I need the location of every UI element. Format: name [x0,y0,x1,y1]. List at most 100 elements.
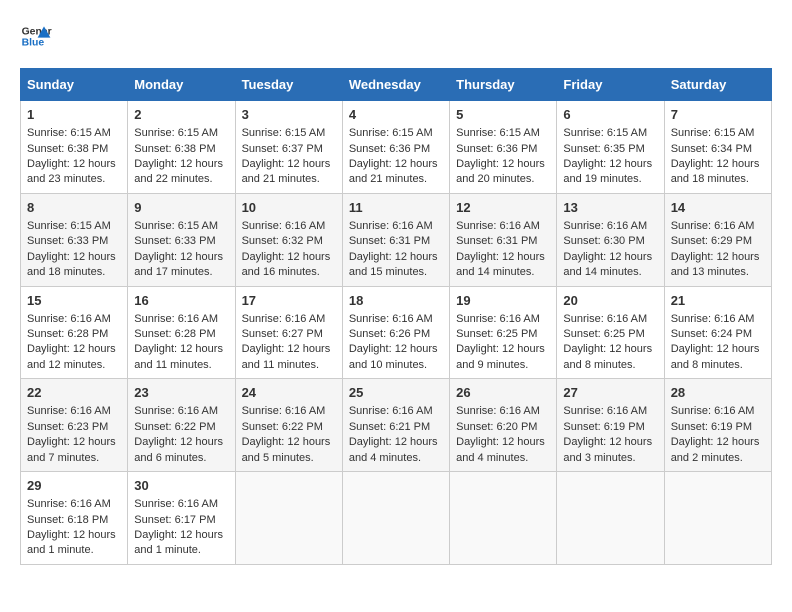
day-number: 28 [671,384,765,402]
day-number: 19 [456,292,550,310]
day-info: Sunrise: 6:15 AMSunset: 6:35 PMDaylight:… [563,127,652,185]
header: General Blue [20,20,772,52]
day-info: Sunrise: 6:15 AMSunset: 6:33 PMDaylight:… [27,220,116,278]
day-info: Sunrise: 6:16 AMSunset: 6:25 PMDaylight:… [563,313,652,371]
calendar-cell: 10 Sunrise: 6:16 AMSunset: 6:32 PMDayligh… [235,193,342,286]
calendar-cell: 15 Sunrise: 6:16 AMSunset: 6:28 PMDayligh… [21,286,128,379]
day-number: 10 [242,199,336,217]
calendar-cell: 5 Sunrise: 6:15 AMSunset: 6:36 PMDaylight… [450,101,557,194]
logo: General Blue [20,20,56,52]
day-number: 14 [671,199,765,217]
calendar-cell: 20 Sunrise: 6:16 AMSunset: 6:25 PMDayligh… [557,286,664,379]
day-number: 12 [456,199,550,217]
day-number: 26 [456,384,550,402]
day-info: Sunrise: 6:16 AMSunset: 6:21 PMDaylight:… [349,405,438,463]
day-info: Sunrise: 6:16 AMSunset: 6:25 PMDaylight:… [456,313,545,371]
day-info: Sunrise: 6:16 AMSunset: 6:31 PMDaylight:… [456,220,545,278]
calendar-row-5: 29 Sunrise: 6:16 AMSunset: 6:18 PMDayligh… [21,472,772,565]
calendar-cell: 11 Sunrise: 6:16 AMSunset: 6:31 PMDayligh… [342,193,449,286]
col-header-thursday: Thursday [450,69,557,101]
col-header-friday: Friday [557,69,664,101]
day-number: 1 [27,106,121,124]
day-number: 4 [349,106,443,124]
day-number: 9 [134,199,228,217]
calendar-row-4: 22 Sunrise: 6:16 AMSunset: 6:23 PMDayligh… [21,379,772,472]
day-number: 15 [27,292,121,310]
calendar-cell: 25 Sunrise: 6:16 AMSunset: 6:21 PMDayligh… [342,379,449,472]
day-number: 8 [27,199,121,217]
calendar-cell: 14Sunrise: 6:16 AMSunset: 6:29 PMDayligh… [664,193,771,286]
calendar-cell [342,472,449,565]
day-number: 7 [671,106,765,124]
day-number: 22 [27,384,121,402]
calendar-cell: 28 Sunrise: 6:16 AMSunset: 6:19 PMDayligh… [664,379,771,472]
calendar-cell: 7 Sunrise: 6:15 AMSunset: 6:34 PMDaylight… [664,101,771,194]
day-info: Sunrise: 6:16 AMSunset: 6:17 PMDaylight:… [134,498,223,556]
calendar-cell: 23 Sunrise: 6:16 AMSunset: 6:22 PMDayligh… [128,379,235,472]
day-info: Sunrise: 6:15 AMSunset: 6:34 PMDaylight:… [671,127,760,185]
day-info: Sunrise: 6:15 AMSunset: 6:38 PMDaylight:… [134,127,223,185]
day-info: Sunrise: 6:16 AMSunset: 6:20 PMDaylight:… [456,405,545,463]
calendar-cell: 1 Sunrise: 6:15 AMSunset: 6:38 PMDaylight… [21,101,128,194]
day-info: Sunrise: 6:15 AMSunset: 6:36 PMDaylight:… [456,127,545,185]
day-number: 6 [563,106,657,124]
day-number: 27 [563,384,657,402]
day-info: Sunrise: 6:15 AMSunset: 6:37 PMDaylight:… [242,127,331,185]
calendar-cell: 18 Sunrise: 6:16 AMSunset: 6:26 PMDayligh… [342,286,449,379]
day-info: Sunrise: 6:16 AMSunset: 6:23 PMDaylight:… [27,405,116,463]
col-header-wednesday: Wednesday [342,69,449,101]
calendar-cell: 21 Sunrise: 6:16 AMSunset: 6:24 PMDayligh… [664,286,771,379]
day-info: Sunrise: 6:16 AMSunset: 6:24 PMDaylight:… [671,313,760,371]
col-header-saturday: Saturday [664,69,771,101]
col-header-sunday: Sunday [21,69,128,101]
day-number: 23 [134,384,228,402]
day-number: 16 [134,292,228,310]
calendar-cell: 9Sunrise: 6:15 AMSunset: 6:33 PMDaylight… [128,193,235,286]
calendar-cell: 30 Sunrise: 6:16 AMSunset: 6:17 PMDayligh… [128,472,235,565]
calendar-cell: 12 Sunrise: 6:16 AMSunset: 6:31 PMDayligh… [450,193,557,286]
day-info: Sunrise: 6:16 AMSunset: 6:19 PMDaylight:… [563,405,652,463]
day-number: 2 [134,106,228,124]
day-number: 3 [242,106,336,124]
day-info: Sunrise: 6:16 AMSunset: 6:27 PMDaylight:… [242,313,331,371]
calendar-cell: 29 Sunrise: 6:16 AMSunset: 6:18 PMDayligh… [21,472,128,565]
calendar-cell [557,472,664,565]
day-info: Sunrise: 6:16 AMSunset: 6:18 PMDaylight:… [27,498,116,556]
svg-text:Blue: Blue [22,38,45,49]
calendar-cell [235,472,342,565]
calendar-cell: 13 Sunrise: 6:16 AMSunset: 6:30 PMDayligh… [557,193,664,286]
day-info: Sunrise: 6:16 AMSunset: 6:22 PMDaylight:… [242,405,331,463]
col-header-tuesday: Tuesday [235,69,342,101]
logo-icon: General Blue [20,20,52,52]
day-info: Sunrise: 6:16 AMSunset: 6:31 PMDaylight:… [349,220,438,278]
calendar-cell: 26 Sunrise: 6:16 AMSunset: 6:20 PMDayligh… [450,379,557,472]
day-info: Sunrise: 6:16 AMSunset: 6:22 PMDaylight:… [134,405,223,463]
calendar-row-3: 15 Sunrise: 6:16 AMSunset: 6:28 PMDayligh… [21,286,772,379]
day-number: 18 [349,292,443,310]
day-number: 11 [349,199,443,217]
day-info: Sunrise: 6:16 AMSunset: 6:19 PMDaylight:… [671,405,760,463]
day-info: Sunrise: 6:15 AMSunset: 6:38 PMDaylight:… [27,127,116,185]
day-number: 25 [349,384,443,402]
day-info: Sunrise: 6:16 AMSunset: 6:28 PMDaylight:… [134,313,223,371]
calendar-cell: 8 Sunrise: 6:15 AMSunset: 6:33 PMDaylight… [21,193,128,286]
day-number: 30 [134,477,228,495]
day-info: Sunrise: 6:16 AMSunset: 6:26 PMDaylight:… [349,313,438,371]
day-number: 29 [27,477,121,495]
calendar-cell: 16 Sunrise: 6:16 AMSunset: 6:28 PMDayligh… [128,286,235,379]
day-number: 17 [242,292,336,310]
day-info: Sunrise: 6:16 AMSunset: 6:32 PMDaylight:… [242,220,331,278]
calendar-cell: 6 Sunrise: 6:15 AMSunset: 6:35 PMDaylight… [557,101,664,194]
calendar-cell: 2 Sunrise: 6:15 AMSunset: 6:38 PMDaylight… [128,101,235,194]
calendar-cell: 3 Sunrise: 6:15 AMSunset: 6:37 PMDaylight… [235,101,342,194]
day-number: 21 [671,292,765,310]
day-number: 20 [563,292,657,310]
day-info: Sunrise: 6:15 AMSunset: 6:36 PMDaylight:… [349,127,438,185]
day-number: 13 [563,199,657,217]
calendar-row-1: 1 Sunrise: 6:15 AMSunset: 6:38 PMDaylight… [21,101,772,194]
day-info: Sunrise: 6:16 AMSunset: 6:28 PMDaylight:… [27,313,116,371]
day-info: Sunrise: 6:16 AMSunset: 6:30 PMDaylight:… [563,220,652,278]
calendar-cell: 24Sunrise: 6:16 AMSunset: 6:22 PMDayligh… [235,379,342,472]
day-number: 5 [456,106,550,124]
calendar-cell: 17 Sunrise: 6:16 AMSunset: 6:27 PMDayligh… [235,286,342,379]
